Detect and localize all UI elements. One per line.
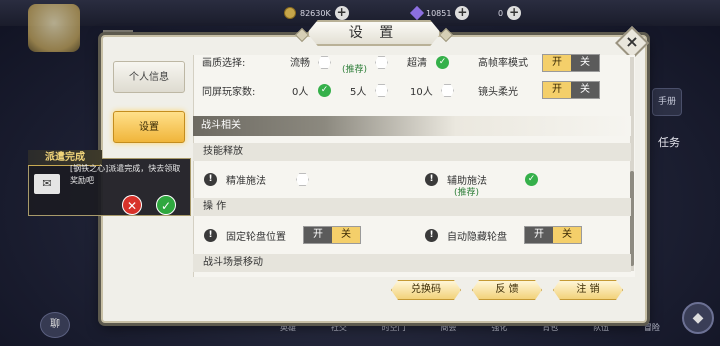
precise-cast-label: 精准施法 [226, 176, 266, 187]
energy-counter: 0 + [498, 5, 522, 21]
nav-social[interactable]: 社交 [331, 322, 347, 333]
redeem-code-button[interactable]: 兑换码 [391, 280, 461, 300]
quality-label: 画质选择: [202, 58, 246, 69]
feedback-button[interactable]: 反 馈 [472, 280, 542, 300]
quality-hd-label: 超清 [407, 58, 427, 69]
coin-icon [284, 7, 296, 19]
movement-joystick[interactable]: ◆ [682, 302, 714, 334]
side-menu: 手册 [652, 88, 712, 124]
high-fps-label: 高帧率模式 [478, 58, 528, 69]
dismiss-button[interactable]: ✕ [122, 195, 142, 215]
coin-counter: 82630K + [284, 5, 349, 21]
toggle-off[interactable]: 关 [553, 227, 581, 243]
lens-glow-toggle[interactable]: 开 关 [542, 81, 600, 99]
nav-enhance[interactable]: 强化 [491, 322, 507, 333]
players-0-check-icon[interactable]: ✓ [318, 84, 331, 97]
lens-glow-label: 镜头柔光 [478, 87, 518, 98]
add-coins-button[interactable]: + [334, 6, 349, 20]
handbook-button[interactable]: 手册 [652, 88, 682, 116]
assist-recommended-note: (推荐) [454, 188, 480, 198]
toggle-on[interactable]: 开 [304, 227, 332, 243]
gem-icon [409, 5, 425, 21]
nav-guild[interactable]: 商会 [441, 322, 457, 333]
mail-icon: ✉ [34, 174, 60, 194]
scene-move-header: 战斗场景移动 [193, 254, 631, 272]
high-fps-toggle[interactable]: 开 关 [542, 54, 600, 72]
coin-value: 82630K [300, 8, 331, 18]
tab-settings[interactable]: 设置 [113, 111, 185, 143]
operation-header: 操 作 [193, 198, 631, 216]
task-button[interactable]: 任务 [658, 134, 680, 150]
nav-team[interactable]: 队伍 [593, 322, 609, 333]
add-energy-button[interactable]: + [507, 6, 522, 20]
quality-hd-check-icon[interactable]: ✓ [436, 56, 449, 69]
info-icon[interactable]: ! [425, 229, 438, 242]
info-icon[interactable]: ! [425, 173, 438, 186]
scrollbar-thumb[interactable] [630, 171, 634, 266]
info-icon[interactable]: ! [204, 173, 217, 186]
player-avatar[interactable] [28, 4, 80, 52]
players-5-label: 5人 [350, 87, 367, 98]
nav-heroes[interactable]: 英雄 [280, 322, 296, 333]
players-0-label: 0人 [292, 87, 309, 98]
nav-backpack[interactable]: 背包 [542, 322, 558, 333]
bottom-nav: 英雄 社交 时空门 商会 强化 背包 队伍 冒险 [280, 322, 660, 333]
fixed-wheel-toggle[interactable]: 开 关 [303, 226, 361, 244]
same-screen-label: 同屏玩家数: [202, 87, 256, 98]
gem-counter: 10851 + [409, 5, 470, 21]
toggle-off[interactable]: 关 [332, 227, 360, 243]
nav-adventure[interactable]: 冒险 [644, 322, 660, 333]
nav-portal[interactable]: 时空门 [382, 322, 406, 333]
energy-value: 0 [498, 8, 504, 18]
toggle-on[interactable]: 开 [525, 227, 553, 243]
info-icon[interactable]: ! [204, 229, 217, 242]
tab-personal-info[interactable]: 个人信息 [113, 61, 185, 93]
toggle-off[interactable]: 关 [571, 82, 599, 98]
skill-release-header: 技能释放 [193, 143, 631, 161]
toggle-on[interactable]: 开 [543, 55, 571, 71]
auto-hide-wheel-label: 自动隐藏轮盘 [447, 232, 507, 243]
add-gems-button[interactable]: + [455, 6, 470, 20]
auto-hide-wheel-toggle[interactable]: 开 关 [524, 226, 582, 244]
claim-button[interactable]: ✓ [156, 195, 176, 215]
fixed-wheel-label: 固定轮盘位置 [226, 232, 286, 243]
gem-value: 10851 [426, 8, 452, 18]
quality-smooth-label: 流畅 [290, 58, 310, 69]
dialog-title: 设 置 [307, 20, 441, 46]
quality-recommended-note: (推荐) [342, 65, 368, 75]
notification-message: [钢铁之心]派遣完成，快去领取奖励吧 [70, 164, 181, 185]
assist-cast-check-icon[interactable]: ✓ [525, 173, 538, 186]
battle-section-header: 战斗相关 [193, 116, 631, 136]
logout-button[interactable]: 注 销 [553, 280, 623, 300]
players-10-label: 10人 [410, 87, 433, 98]
toggle-on[interactable]: 开 [543, 82, 571, 98]
close-icon[interactable]: × [620, 31, 644, 55]
chat-button[interactable]: 聊 [40, 312, 70, 338]
toggle-off[interactable]: 关 [571, 55, 599, 71]
